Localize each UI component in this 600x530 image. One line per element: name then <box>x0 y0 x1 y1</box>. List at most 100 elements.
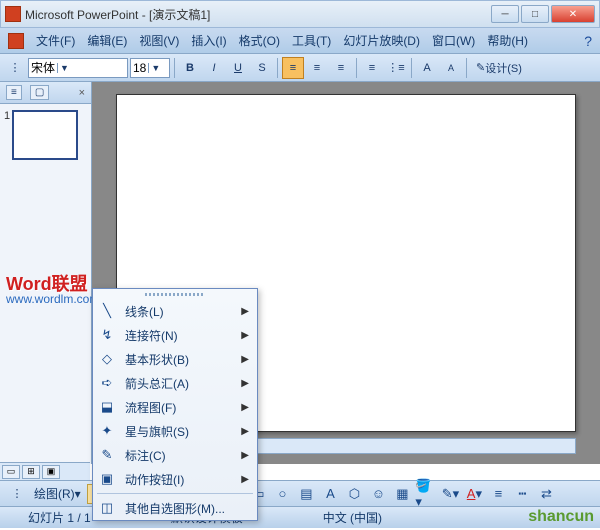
menu-help[interactable]: 帮助(H) <box>481 29 534 52</box>
font-color-button[interactable]: A▾ <box>463 484 485 504</box>
menu-window[interactable]: 窗口(W) <box>426 29 481 52</box>
menu-grip-icon[interactable] <box>93 289 257 299</box>
bullets-button[interactable]: ⋮≡ <box>385 57 407 79</box>
font-value: 宋体 <box>31 59 55 76</box>
numbering-button[interactable]: ≡ <box>361 57 383 79</box>
menu-file[interactable]: 文件(F) <box>30 29 81 52</box>
slide-number: 1 <box>4 110 10 122</box>
font-combo[interactable]: 宋体 ▼ <box>28 58 128 78</box>
menu-label: 线条(L) <box>125 303 164 320</box>
menu-callouts[interactable]: ✎ 标注(C) ▶ <box>93 443 257 467</box>
menu-basic-shapes[interactable]: ◇ 基本形状(B) ▶ <box>93 347 257 371</box>
menu-lines[interactable]: ╲ 线条(L) ▶ <box>93 299 257 323</box>
menu-label: 流程图(F) <box>125 399 176 416</box>
minimize-button[interactable]: ─ <box>491 5 519 23</box>
help-icon[interactable]: ? <box>578 31 598 51</box>
status-language: 中文 (中国) <box>323 509 382 526</box>
submenu-arrow-icon: ▶ <box>241 330 249 341</box>
callouts-icon: ✎ <box>97 446 117 464</box>
align-left-button[interactable]: ≡ <box>282 57 304 79</box>
line-color-button[interactable]: ✎▾ <box>439 484 461 504</box>
dash-style-button[interactable]: ┅ <box>511 484 533 504</box>
submenu-arrow-icon: ▶ <box>241 450 249 461</box>
chevron-down-icon[interactable]: ▼ <box>148 63 162 73</box>
align-center-button[interactable]: ≡ <box>306 57 328 79</box>
format-toolbar: ⋮ 宋体 ▼ 18 ▼ B I U S ≡ ≡ ≡ ≡ ⋮≡ A A ✎ 设计(… <box>0 54 600 82</box>
toolbar-handle-icon[interactable]: ⋮ <box>6 483 28 505</box>
menubar: 文件(F) 编辑(E) 视图(V) 插入(I) 格式(O) 工具(T) 幻灯片放… <box>0 28 600 54</box>
app-icon <box>5 6 21 22</box>
menu-slideshow[interactable]: 幻灯片放映(D) <box>337 29 426 52</box>
line-style-button[interactable]: ≡ <box>487 484 509 504</box>
stars-icon: ✦ <box>97 422 117 440</box>
menu-label: 连接符(N) <box>125 327 178 344</box>
draw-menu-button[interactable]: 绘图(R)▾ <box>30 483 85 504</box>
picture-button[interactable]: ▦ <box>391 484 413 504</box>
menu-edit[interactable]: 编辑(E) <box>81 29 133 52</box>
connectors-icon: ↯ <box>97 326 117 344</box>
tab-slides[interactable]: ▢ <box>30 85 49 100</box>
menu-block-arrows[interactable]: ➪ 箭头总汇(A) ▶ <box>93 371 257 395</box>
maximize-button[interactable]: □ <box>521 5 549 23</box>
diagram-button[interactable]: ⬡ <box>343 484 365 504</box>
menu-format[interactable]: 格式(O) <box>233 29 286 52</box>
thumb-tabs: ≡ ▢ × <box>0 82 91 104</box>
fontsize-combo[interactable]: 18 ▼ <box>130 58 170 78</box>
align-right-button[interactable]: ≡ <box>330 57 352 79</box>
drawing-toolbar: ⋮ 绘图(R)▾ ↖ 自选图形(U)▾ ＼ ↘ ▭ ○ ▤ A ⬡ ☺ ▦ 🪣▾… <box>0 480 600 506</box>
autoshapes-menu: ╲ 线条(L) ▶ ↯ 连接符(N) ▶ ◇ 基本形状(B) ▶ ➪ 箭头总汇(… <box>92 288 258 521</box>
chevron-down-icon[interactable]: ▼ <box>57 63 71 73</box>
window-title: Microsoft PowerPoint - [演示文稿1] <box>25 6 491 23</box>
oval-button[interactable]: ○ <box>271 484 293 504</box>
slide-thumbnail[interactable] <box>12 110 78 160</box>
close-button[interactable]: ✕ <box>551 5 595 23</box>
submenu-arrow-icon: ▶ <box>241 354 249 365</box>
menu-tools[interactable]: 工具(T) <box>286 29 337 52</box>
menu-more-autoshapes[interactable]: ◫ 其他自选图形(M)... <box>93 496 257 520</box>
menu-flowchart[interactable]: ⬓ 流程图(F) ▶ <box>93 395 257 419</box>
italic-button[interactable]: I <box>203 57 225 79</box>
toolbar-handle-icon[interactable]: ⋮ <box>4 57 26 79</box>
flowchart-icon: ⬓ <box>97 398 117 416</box>
menu-label: 箭头总汇(A) <box>125 375 189 392</box>
bold-button[interactable]: B <box>179 57 201 79</box>
arrows-icon: ➪ <box>97 374 117 392</box>
workspace: ≡ ▢ × 1 <box>0 82 600 464</box>
status-slide: 幻灯片 1 / 1 <box>28 509 91 526</box>
menu-label: 其他自选图形(M)... <box>125 500 225 517</box>
menu-view[interactable]: 视图(V) <box>133 29 185 52</box>
view-strip: ▭ ⊞ ▣ <box>0 462 90 480</box>
shadow-button[interactable]: S <box>251 57 273 79</box>
tab-outline[interactable]: ≡ <box>6 85 22 100</box>
increase-font-button[interactable]: A <box>416 57 438 79</box>
slideshow-view-button[interactable]: ▣ <box>42 465 60 479</box>
menu-connectors[interactable]: ↯ 连接符(N) ▶ <box>93 323 257 347</box>
menu-action-buttons[interactable]: ▣ 动作按钮(I) ▶ <box>93 467 257 491</box>
menu-label: 基本形状(B) <box>125 351 189 368</box>
underline-button[interactable]: U <box>227 57 249 79</box>
close-panel-icon[interactable]: × <box>79 87 85 99</box>
wordart-button[interactable]: A <box>319 484 341 504</box>
menu-divider <box>97 493 253 494</box>
normal-view-button[interactable]: ▭ <box>2 465 20 479</box>
decrease-font-button[interactable]: A <box>440 57 462 79</box>
watermark-url: www.wordlm.com <box>6 292 99 306</box>
arrow-style-button[interactable]: ⇄ <box>535 484 557 504</box>
titlebar: Microsoft PowerPoint - [演示文稿1] ─ □ ✕ <box>0 0 600 28</box>
menu-label: 标注(C) <box>125 447 166 464</box>
doc-icon[interactable] <box>8 33 24 49</box>
sorter-view-button[interactable]: ⊞ <box>22 465 40 479</box>
more-shapes-icon: ◫ <box>97 499 117 517</box>
status-bar: 幻灯片 1 / 1 默认设计模板 中文 (中国) <box>0 506 600 528</box>
menu-stars[interactable]: ✦ 星与旗帜(S) ▶ <box>93 419 257 443</box>
clipart-button[interactable]: ☺ <box>367 484 389 504</box>
menu-label: 星与旗帜(S) <box>125 423 189 440</box>
action-icon: ▣ <box>97 470 117 488</box>
submenu-arrow-icon: ▶ <box>241 426 249 437</box>
design-button[interactable]: ✎ 设计(S) <box>471 57 527 79</box>
fontsize-value: 18 <box>133 61 146 75</box>
fill-color-button[interactable]: 🪣▾ <box>415 484 437 504</box>
menu-insert[interactable]: 插入(I) <box>185 29 232 52</box>
textbox-button[interactable]: ▤ <box>295 484 317 504</box>
shapes-icon: ◇ <box>97 350 117 368</box>
